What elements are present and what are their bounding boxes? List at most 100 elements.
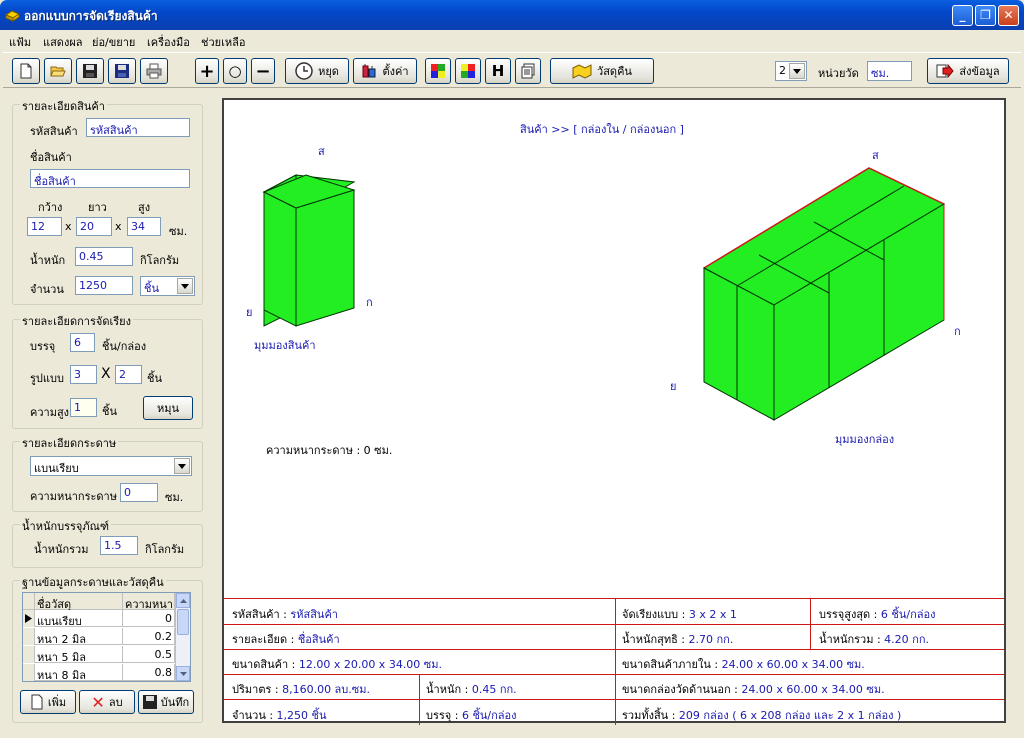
material-name-cell[interactable]: แบนเรียบ bbox=[35, 610, 123, 627]
total-weight-input[interactable]: 1.5 bbox=[100, 536, 138, 555]
stop-button[interactable]: หยุด bbox=[285, 58, 349, 84]
menu-tools[interactable]: เครื่องมือ bbox=[147, 33, 190, 51]
pattern-b-input[interactable]: 2 bbox=[115, 365, 142, 384]
paper-type-value: แบนเรียบ bbox=[34, 462, 79, 475]
box-3d-view bbox=[702, 167, 946, 421]
save-button[interactable] bbox=[76, 58, 104, 84]
zoom-out-button[interactable]: − bbox=[251, 58, 275, 84]
product-axis-y: ย bbox=[246, 306, 253, 319]
menu-help[interactable]: ช่วยเหลือ bbox=[201, 33, 245, 51]
menu-zoom[interactable]: ย่อ/ขยาย bbox=[92, 33, 135, 51]
new-file-icon bbox=[31, 694, 43, 710]
paper-type-select[interactable]: แบนเรียบ bbox=[30, 456, 192, 476]
settings-icon bbox=[362, 64, 376, 78]
clock-icon bbox=[295, 62, 313, 80]
paper-thickness-input[interactable]: 0 bbox=[120, 483, 158, 502]
weight-input[interactable]: 0.45 bbox=[75, 247, 133, 266]
new-button[interactable] bbox=[12, 58, 40, 84]
delete-material-button[interactable]: ✕ ลบ bbox=[79, 690, 135, 714]
material-name-cell[interactable]: หนา 8 มิล bbox=[35, 664, 123, 681]
color-mode-button[interactable] bbox=[425, 58, 451, 84]
width-input[interactable]: 12 bbox=[27, 217, 62, 236]
quantity-unit-select[interactable]: ชิ้น bbox=[140, 276, 195, 296]
scroll-thumb[interactable] bbox=[177, 609, 189, 635]
material-thickness-cell[interactable]: 0.5 bbox=[123, 646, 175, 663]
settings-button[interactable]: ตั้งค่า bbox=[353, 58, 417, 84]
title-bar[interactable]: ออกแบบการจัดเรียงสินค้า _ ❐ ✕ bbox=[0, 0, 1024, 30]
minimize-button[interactable]: _ bbox=[952, 5, 973, 26]
table-row[interactable]: หนา 5 มิล 0.5 bbox=[23, 646, 175, 663]
print-button[interactable] bbox=[140, 58, 168, 84]
material-thickness-cell[interactable]: 0.8 bbox=[123, 664, 175, 681]
total-weight-unit: กิโลกรัม bbox=[145, 543, 185, 556]
scroll-down-icon[interactable] bbox=[176, 666, 190, 681]
product-code-input[interactable]: รหัสสินค้า bbox=[86, 118, 190, 137]
row-header bbox=[23, 628, 35, 645]
box-view-label: มุมมองกล่อง bbox=[835, 433, 895, 446]
product-name-label: ชื่อสินค้า bbox=[30, 151, 72, 164]
drawing-canvas[interactable]: สินค้า >> [ กล่องใน / กล่องนอก ] ส ย ก ม… bbox=[222, 98, 1006, 725]
menu-bar: แฟ้ม แสดงผล ย่อ/ขยาย เครื่องมือ ช่วยเหลื… bbox=[3, 30, 1021, 50]
canvas-breadcrumb: สินค้า >> [ กล่องใน / กล่องนอก ] bbox=[520, 123, 684, 136]
summary-net-weight: น้ำหนักสุทธิ : 2.70 กก. bbox=[622, 630, 733, 648]
height-input[interactable]: 34 bbox=[127, 217, 161, 236]
close-button[interactable]: ✕ bbox=[998, 5, 1019, 26]
unit-field[interactable]: ซม. bbox=[867, 61, 912, 81]
add-material-button[interactable]: เพิ่ม bbox=[20, 690, 76, 714]
chevron-down-icon bbox=[789, 63, 805, 79]
palette-button[interactable] bbox=[455, 58, 481, 84]
table-row[interactable]: หนา 2 มิล 0.2 bbox=[23, 628, 175, 645]
quantity-input[interactable]: 1250 bbox=[75, 276, 133, 295]
stack-height-input[interactable]: 1 bbox=[70, 398, 97, 417]
unit-label: หน่วยวัด bbox=[818, 67, 859, 80]
table-row[interactable]: แบนเรียบ 0 bbox=[23, 610, 175, 627]
rotate-label: หมุน bbox=[156, 402, 180, 415]
pattern-a-input[interactable]: 3 bbox=[70, 365, 97, 384]
maximize-button[interactable]: ❐ bbox=[975, 5, 996, 26]
paper-thickness-unit: ซม. bbox=[165, 491, 184, 504]
zoom-reset-button[interactable]: ○ bbox=[223, 58, 247, 84]
summary-max-pack: บรรจุสูงสุด : 6 ชิ้น/กล่อง bbox=[819, 605, 935, 623]
material-icon bbox=[572, 64, 592, 79]
length-input[interactable]: 20 bbox=[76, 217, 112, 236]
scroll-up-icon[interactable] bbox=[176, 593, 190, 608]
arrangement-group-title: รายละเอียดการจัดเรียง bbox=[20, 312, 133, 330]
pack-input[interactable]: 6 bbox=[70, 333, 95, 352]
column-header[interactable]: ความหนา bbox=[123, 593, 175, 610]
minimize-icon: _ bbox=[959, 8, 966, 22]
product-code-label: รหัสสินค้า bbox=[30, 125, 78, 138]
material-button[interactable]: วัสดุคืน bbox=[550, 58, 654, 84]
column-header[interactable]: ชื่อวัสดุ bbox=[35, 593, 123, 610]
report-button[interactable] bbox=[515, 58, 541, 84]
material-thickness-cell[interactable]: 0.2 bbox=[123, 628, 175, 645]
menu-view[interactable]: แสดงผล bbox=[43, 33, 83, 51]
summary-border bbox=[810, 598, 811, 649]
rotate-button[interactable]: หมุน bbox=[143, 396, 193, 420]
page-select[interactable]: 2 bbox=[775, 61, 807, 81]
send-button[interactable]: ส่งข้อมูล bbox=[927, 58, 1009, 84]
table-scrollbar[interactable] bbox=[175, 593, 190, 681]
product-name-input[interactable]: ชื่อสินค้า bbox=[30, 169, 190, 188]
menu-file[interactable]: แฟ้ม bbox=[9, 33, 31, 51]
save-as-button[interactable] bbox=[108, 58, 136, 84]
box-axis-s: ส bbox=[872, 149, 879, 162]
material-table[interactable]: ชื่อวัสดุ ความหนา แบนเรียบ 0 หนา 2 มิล 0… bbox=[22, 592, 191, 682]
material-label: วัสดุคืน bbox=[597, 65, 632, 78]
open-button[interactable] bbox=[44, 58, 72, 84]
package-weight-title: น้ำหนักบรรจุภัณฑ์ bbox=[20, 517, 111, 535]
material-name-cell[interactable]: หนา 5 มิล bbox=[35, 646, 123, 663]
summary-key: ปริมาตร : bbox=[232, 683, 283, 696]
add-material-label: เพิ่ม bbox=[47, 696, 67, 709]
zoom-in-button[interactable]: + bbox=[195, 58, 219, 84]
table-row[interactable]: หนา 8 มิล 0.8 bbox=[23, 664, 175, 681]
save-material-button[interactable]: บันทึก bbox=[138, 690, 194, 714]
product-box-right bbox=[295, 189, 355, 327]
pack-label: บรรจุ bbox=[30, 340, 56, 353]
h-button[interactable]: H bbox=[485, 58, 511, 84]
summary-value: 12.00 x 20.00 x 34.00 ซม. bbox=[298, 658, 443, 671]
row-header-corner bbox=[23, 593, 35, 610]
product-axis-s: ส bbox=[318, 145, 325, 158]
material-thickness-cell[interactable]: 0 bbox=[123, 610, 175, 627]
material-name-cell[interactable]: หนา 2 มิล bbox=[35, 628, 123, 645]
material-db-title: ฐานข้อมูลกระดาษและวัสดุคืน bbox=[20, 573, 166, 591]
